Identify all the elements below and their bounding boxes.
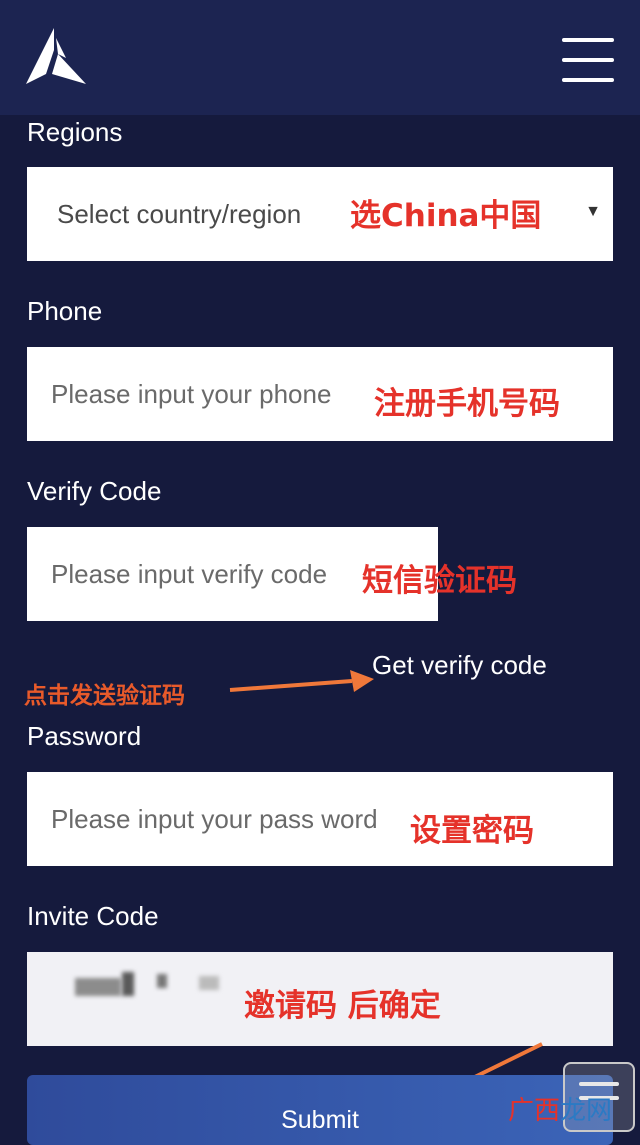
get-code-annotation: 点击发送验证码 — [24, 683, 185, 709]
redacted-code — [157, 974, 167, 988]
redacted-code — [75, 978, 121, 996]
password-placeholder: Please input your pass word — [51, 803, 378, 834]
watermark-part1: 广西 — [508, 1096, 561, 1126]
regions-label: Regions — [27, 117, 123, 147]
region-annotation: 选China中国 — [350, 198, 542, 234]
get-verify-code-link[interactable]: Get verify code — [372, 650, 547, 681]
top-nav-bar — [0, 0, 640, 115]
arrow-right-icon — [229, 670, 374, 692]
phone-placeholder: Please input your phone — [51, 378, 332, 409]
verify-code-annotation: 短信验证码 — [362, 563, 517, 599]
invite-code-label: Invite Code — [27, 901, 159, 931]
phone-label: Phone — [27, 296, 103, 326]
redacted-code — [122, 972, 134, 996]
hamburger-menu-icon[interactable] — [562, 38, 614, 84]
region-placeholder: Select country/region — [57, 198, 302, 229]
site-watermark: 广西龙网 — [508, 1090, 612, 1127]
verify-code-label: Verify Code — [27, 476, 162, 506]
invite-code-annotation: 邀请码 后确定 — [244, 988, 441, 1024]
password-annotation: 设置密码 — [410, 813, 534, 849]
password-label: Password — [27, 721, 142, 751]
verify-code-placeholder: Please input verify code — [51, 558, 328, 589]
submit-button-label: Submit — [281, 1106, 359, 1134]
triangle-logo-icon[interactable] — [24, 28, 88, 86]
watermark-part2: 龙网 — [560, 1096, 613, 1126]
chevron-down-icon: ▼ — [585, 203, 601, 220]
redacted-code — [199, 976, 219, 990]
phone-annotation: 注册手机号码 — [374, 386, 560, 422]
